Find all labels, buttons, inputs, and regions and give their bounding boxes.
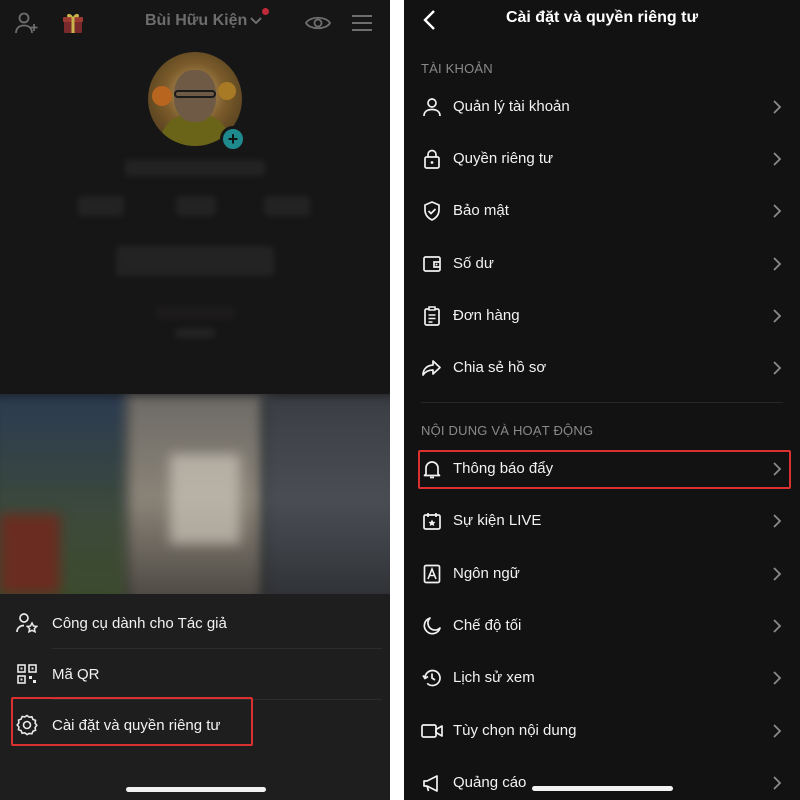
qr-code-icon <box>16 663 38 685</box>
settings-item-label: Sự kiện LIVE <box>453 512 542 529</box>
settings-item-label: Chia sẻ hồ sơ <box>453 359 547 376</box>
settings-item-label: Lịch sử xem <box>453 669 535 686</box>
chevron-right-icon <box>773 361 782 375</box>
settings-screen: Cài đặt và quyền riêng tư TÀI KHOẢN Quản… <box>404 0 800 800</box>
sheet-item-qr[interactable]: Mã QR <box>0 649 390 699</box>
home-indicator[interactable] <box>126 787 266 792</box>
creator-tools-icon <box>16 612 38 634</box>
username-text: Bùi Hữu Kiện <box>145 12 248 29</box>
chevron-right-icon <box>773 776 782 790</box>
settings-item-label: Tùy chọn nội dung <box>453 722 577 739</box>
settings-item-label: Chế độ tối <box>453 617 522 634</box>
settings-item-live-events[interactable]: Sự kiện LIVE <box>404 499 800 543</box>
highlight-box-push-notifications <box>418 450 791 489</box>
blurred-button <box>116 246 274 276</box>
section-header-account: TÀI KHOẢN <box>421 61 493 76</box>
section-header-content-activity: NỘI DUNG VÀ HOẠT ĐỘNG <box>421 423 594 438</box>
settings-item-dark-mode[interactable]: Chế độ tối <box>404 604 800 648</box>
blurred-bio <box>155 306 235 320</box>
megaphone-icon <box>421 772 443 794</box>
add-user-icon[interactable] <box>14 10 40 36</box>
chevron-right-icon <box>773 619 782 633</box>
page-title: Cài đặt và quyền riêng tư <box>505 9 699 26</box>
blurred-handle <box>125 160 265 176</box>
chevron-right-icon <box>773 724 782 738</box>
moon-icon <box>421 615 443 637</box>
profile-username[interactable]: Bùi Hữu Kiện <box>145 12 262 30</box>
chevron-right-icon <box>773 100 782 114</box>
shield-check-icon <box>421 200 443 222</box>
settings-item-content-preferences[interactable]: Tùy chọn nội dung <box>404 709 800 753</box>
chevron-right-icon <box>773 204 782 218</box>
lock-icon <box>421 148 443 170</box>
panel-gap <box>390 0 404 800</box>
calendar-star-icon <box>421 510 443 532</box>
history-icon <box>421 667 443 689</box>
settings-item-manage-account[interactable]: Quản lý tài khoản <box>404 85 800 129</box>
blurred-stat <box>264 196 310 216</box>
settings-item-label: Quảng cáo <box>453 774 527 791</box>
blurred-stat <box>78 196 124 216</box>
settings-item-share-profile[interactable]: Chia sẻ hồ sơ <box>404 346 800 390</box>
hamburger-menu-icon[interactable] <box>349 10 375 36</box>
eye-icon[interactable] <box>305 10 331 36</box>
chevron-right-icon <box>773 567 782 581</box>
share-arrow-icon <box>421 357 443 379</box>
settings-item-label: Quyền riêng tư <box>453 150 554 167</box>
chevron-right-icon <box>773 152 782 166</box>
blurred-video-grid <box>0 394 390 594</box>
chevron-down-icon <box>250 17 262 25</box>
settings-item-balance[interactable]: Số dư <box>404 242 800 286</box>
settings-item-label: Ngôn ngữ <box>453 565 520 582</box>
sheet-item-creator-tools[interactable]: Công cụ dành cho Tác giả <box>0 598 390 648</box>
chevron-right-icon <box>773 309 782 323</box>
settings-item-language[interactable]: Ngôn ngữ <box>404 552 800 596</box>
home-indicator[interactable] <box>532 786 673 791</box>
highlight-box-settings <box>11 697 253 746</box>
blurred-stat <box>176 196 216 216</box>
settings-item-security[interactable]: Bảo mật <box>404 189 800 233</box>
settings-item-label: Đơn hàng <box>453 307 520 324</box>
settings-item-privacy[interactable]: Quyền riêng tư <box>404 137 800 181</box>
profile-screen: Bùi Hữu Kiện + Công cụ dành cho Tác giả … <box>0 0 390 800</box>
settings-item-watch-history[interactable]: Lịch sử xem <box>404 656 800 700</box>
notification-dot <box>262 8 269 15</box>
plus-icon[interactable]: + <box>220 126 246 152</box>
section-divider <box>421 402 783 403</box>
settings-item-label: Bảo mật <box>453 202 509 219</box>
settings-item-label: Số dư <box>453 255 494 272</box>
settings-item-ads[interactable]: Quảng cáo <box>404 761 800 800</box>
chevron-right-icon <box>773 514 782 528</box>
sheet-item-label: Công cụ dành cho Tác giả <box>52 614 227 632</box>
chevron-right-icon <box>773 671 782 685</box>
profile-top-bar: Bùi Hữu Kiện <box>0 0 390 46</box>
settings-item-orders[interactable]: Đơn hàng <box>404 294 800 338</box>
video-camera-icon <box>421 720 443 742</box>
gift-icon[interactable] <box>60 10 86 36</box>
person-icon <box>421 96 443 118</box>
language-a-icon <box>421 563 443 585</box>
chevron-right-icon <box>773 257 782 271</box>
order-list-icon <box>421 305 443 327</box>
sheet-item-label: Mã QR <box>52 665 100 683</box>
settings-item-label: Quản lý tài khoản <box>453 98 570 115</box>
blurred-bio <box>175 328 215 338</box>
wallet-icon <box>421 253 443 275</box>
